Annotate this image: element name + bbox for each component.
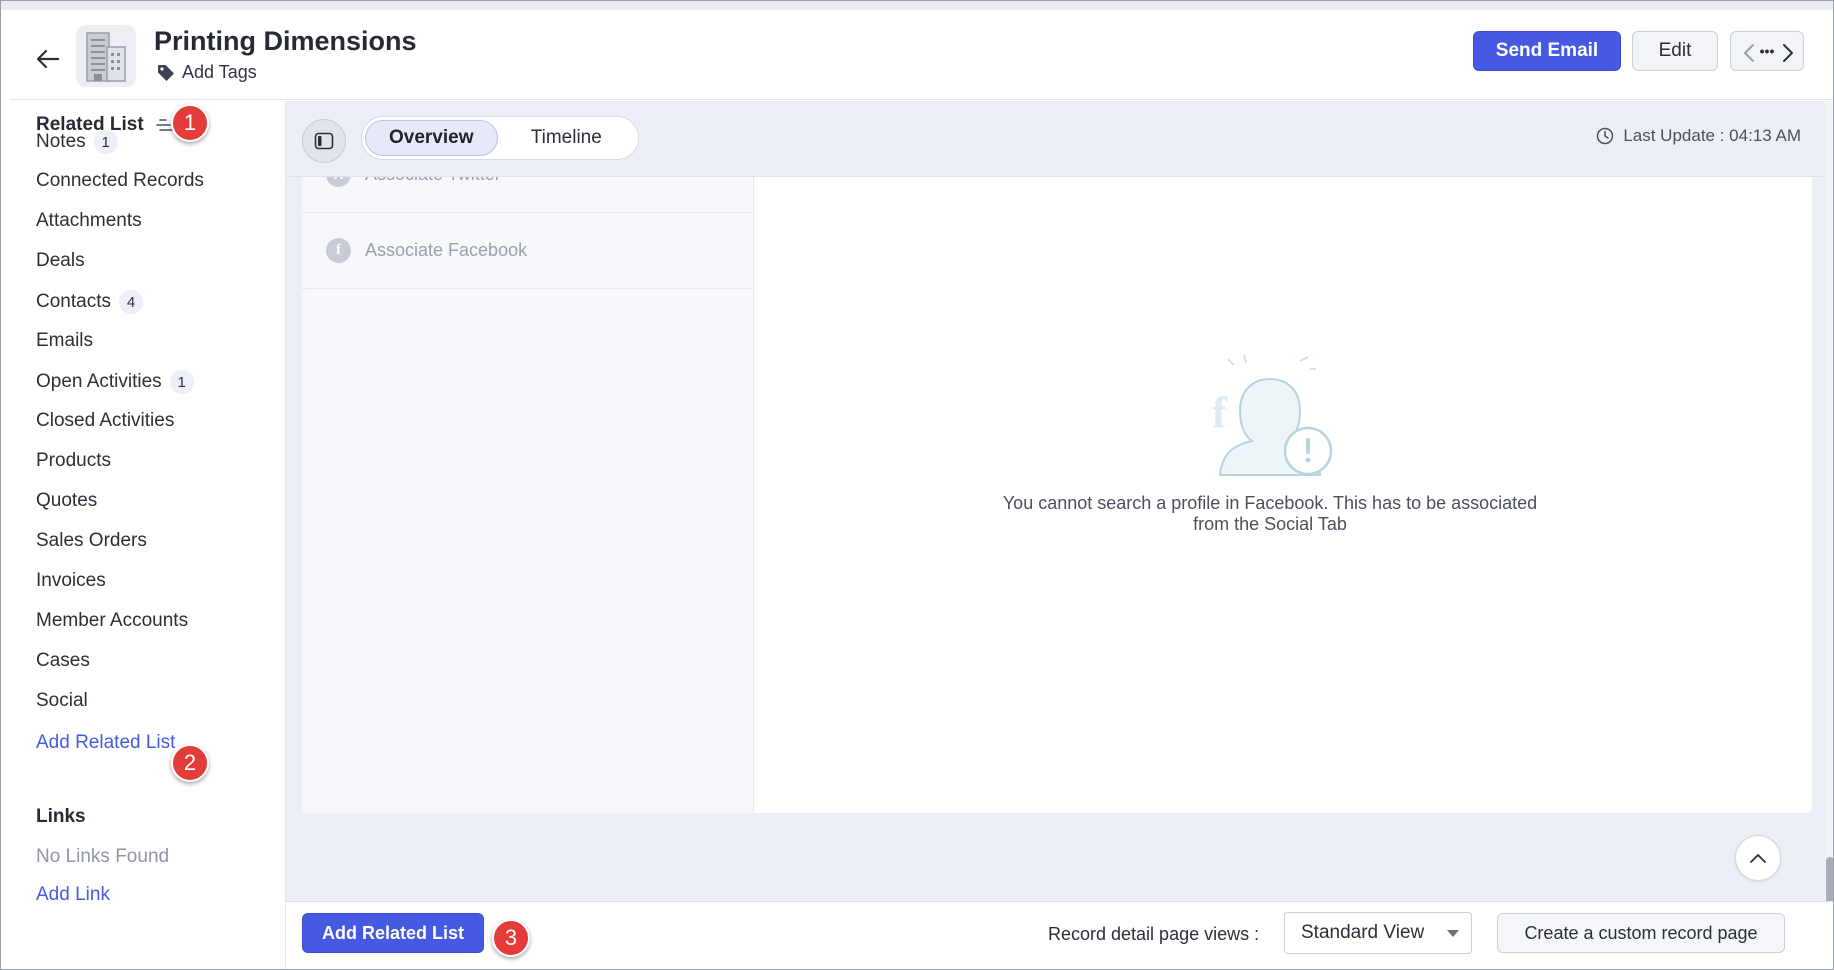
sidebar-item-label: Deals	[36, 250, 85, 271]
clock-icon	[1597, 127, 1614, 145]
main-panel: X Associate Twitter f Associate Facebook…	[286, 101, 1833, 901]
sidebar-item-label: Open Activities	[36, 371, 162, 392]
annotation-marker-2: 2	[171, 744, 209, 782]
add-related-list-button[interactable]: Add Related List	[302, 913, 484, 953]
record-view-value: Standard View	[1301, 922, 1425, 943]
sidebar-item-closed-activities[interactable]: Closed Activities	[36, 410, 174, 432]
arrow-left-icon	[36, 49, 60, 69]
sidebar-item-attachments[interactable]: Attachments	[36, 210, 142, 232]
sidebar-item-label: Closed Activities	[36, 410, 175, 431]
main-toolbar: Overview Timeline Last Update : 04:13 AM	[286, 101, 1833, 177]
sidebar-item-label: Products	[36, 450, 111, 471]
panel-toggle-icon	[314, 132, 334, 150]
count-badge: 4	[118, 290, 143, 314]
social-associate-list: X Associate Twitter f Associate Facebook	[302, 175, 754, 813]
chevron-left-icon	[1744, 44, 1754, 62]
links-heading: Links	[36, 806, 86, 828]
sidebar-item-member-accounts[interactable]: Member Accounts	[36, 610, 188, 632]
sidebar-item-connected-records[interactable]: Connected Records	[36, 170, 204, 192]
send-email-button[interactable]: Send Email	[1473, 31, 1621, 71]
more-icon: •••	[1759, 43, 1775, 59]
edit-button[interactable]: Edit	[1632, 31, 1718, 71]
sidebar-item-social[interactable]: Social	[36, 690, 88, 712]
add-tags-label: Add Tags	[182, 62, 257, 82]
sidebar-item-notes[interactable]: Notes 1	[36, 130, 118, 154]
social-content-card: X Associate Twitter f Associate Facebook…	[302, 175, 1812, 813]
svg-text:f: f	[1212, 388, 1228, 437]
sidebar-item-label: Member Accounts	[36, 610, 189, 631]
sidebar-item-label: Cases	[36, 650, 90, 671]
sidebar-item-products[interactable]: Products	[36, 450, 111, 472]
sidebar-item-label: Attachments	[36, 210, 142, 231]
profile-warning-icon: f	[1212, 354, 1333, 476]
tag-icon	[158, 64, 174, 81]
sidebar-item-cases[interactable]: Cases	[36, 650, 90, 672]
top-strip	[1, 1, 1833, 10]
sidebar-item-label: Invoices	[36, 570, 106, 591]
add-related-list-link[interactable]: Add Related List	[36, 732, 175, 754]
record-view-select[interactable]: Standard View	[1284, 912, 1472, 954]
app-window: Printing Dimensions Add Tags Send Email …	[0, 0, 1834, 970]
toggle-sidebar-button[interactable]	[302, 119, 346, 163]
tab-overview[interactable]: Overview	[365, 120, 498, 156]
links-title: Links	[36, 806, 86, 827]
previous-record-button[interactable]	[1738, 41, 1760, 65]
next-record-button[interactable]	[1777, 41, 1799, 65]
scrollbar-track[interactable]	[1825, 101, 1833, 969]
sidebar-item-label: Sales Orders	[36, 530, 147, 551]
facebook-icon: f	[326, 238, 351, 263]
associate-twitter-row[interactable]: X Associate Twitter	[302, 175, 754, 213]
count-badge: 1	[93, 130, 118, 154]
count-badge: 1	[169, 370, 194, 394]
sidebar-item-emails[interactable]: Emails	[36, 330, 93, 352]
no-links-text: No Links Found	[36, 846, 170, 867]
tab-timeline[interactable]: Timeline	[498, 120, 635, 156]
sidebar-item-invoices[interactable]: Invoices	[36, 570, 106, 592]
account-avatar	[76, 25, 136, 87]
sidebar-item-label: Quotes	[36, 490, 98, 511]
scroll-to-top-button[interactable]	[1735, 835, 1781, 881]
building-icon	[86, 32, 126, 82]
record-title: Printing Dimensions	[154, 26, 417, 56]
sidebar-item-label: Notes	[36, 131, 86, 152]
sidebar-item-label: Social	[36, 690, 88, 711]
sidebar-item-label: Emails	[36, 330, 94, 351]
sidebar-item-open-activities[interactable]: Open Activities 1	[36, 370, 194, 394]
sidebar-item-label: Contacts	[36, 291, 111, 312]
annotation-marker-3: 3	[492, 919, 530, 957]
chevron-up-icon	[1750, 854, 1766, 863]
add-link[interactable]: Add Link	[36, 884, 110, 906]
annotation-marker-1: 1	[171, 104, 209, 142]
caret-down-icon	[1447, 930, 1459, 937]
associate-facebook-row[interactable]: f Associate Facebook	[302, 213, 754, 289]
sidebar-item-quotes[interactable]: Quotes	[36, 490, 97, 512]
back-button[interactable]	[32, 43, 64, 75]
chevron-right-icon	[1783, 44, 1793, 62]
add-tags-button[interactable]: Add Tags	[156, 62, 257, 83]
last-update: Last Update : 04:13 AM	[1596, 126, 1801, 146]
sidebar-item-sales-orders[interactable]: Sales Orders	[36, 530, 147, 552]
related-list-sidebar: Related List Notes 1 Connected Records At…	[10, 101, 286, 969]
empty-state-message: You cannot search a profile in Facebook.…	[1002, 493, 1538, 534]
sidebar-item-label: Connected Records	[36, 170, 204, 191]
create-custom-record-page-button[interactable]: Create a custom record page	[1497, 913, 1785, 953]
sidebar-item-contacts[interactable]: Contacts 4	[36, 290, 143, 314]
associate-facebook-label: Associate Facebook	[365, 240, 528, 260]
record-views-label: Record detail page views :	[1048, 924, 1260, 944]
view-tabs: Overview Timeline	[361, 116, 639, 160]
last-update-text: Last Update : 04:13 AM	[1623, 126, 1801, 145]
record-header: Printing Dimensions Add Tags Send Email …	[10, 10, 1833, 100]
sidebar-item-deals[interactable]: Deals	[36, 250, 85, 272]
